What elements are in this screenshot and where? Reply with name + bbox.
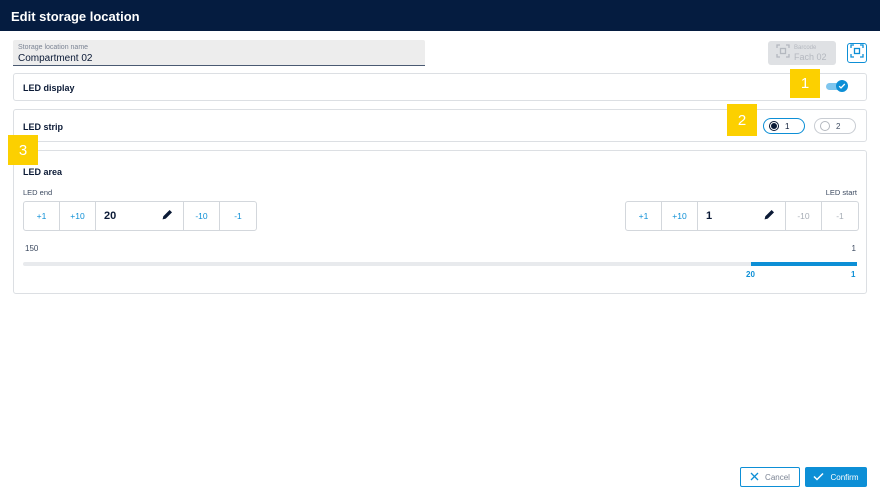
led-strip-option-1-label: 1 xyxy=(785,121,790,131)
scan-barcode-button[interactable] xyxy=(847,43,867,63)
pencil-icon[interactable] xyxy=(162,209,173,223)
storage-location-name-value[interactable]: Compartment 02 xyxy=(18,53,425,65)
led-area-title: LED area xyxy=(23,167,63,177)
range-end-value: 20 xyxy=(746,270,755,279)
range-start-value: 1 xyxy=(851,270,856,279)
range-max-label: 1 xyxy=(851,244,856,253)
marker-1: 1 xyxy=(790,69,820,98)
storage-location-name-label: Storage location name xyxy=(18,44,89,51)
check-icon xyxy=(836,80,848,92)
scan-icon xyxy=(850,43,864,63)
barcode-value: Fach 02 xyxy=(794,51,827,62)
led-strip-option-1[interactable]: 1 xyxy=(763,118,805,134)
led-strip-option-2[interactable]: 2 xyxy=(814,118,856,134)
led-end-value-field[interactable]: 20 xyxy=(96,202,184,230)
storage-location-name-field[interactable]: Storage location name Compartment 02 xyxy=(13,40,425,66)
window-title: Edit storage location xyxy=(0,0,880,31)
barcode-button: Barcode Fach 02 xyxy=(768,41,836,65)
led-start-minus-1-button: -1 xyxy=(836,211,844,221)
radio-unselected-icon xyxy=(820,121,830,131)
confirm-label: Confirm xyxy=(830,472,859,482)
marker-3: 3 xyxy=(8,135,38,165)
led-range-slider-track[interactable] xyxy=(23,262,857,266)
close-icon xyxy=(750,472,759,483)
led-range-slider-fill[interactable] xyxy=(751,262,857,266)
led-end-plus-10-button[interactable]: +10 xyxy=(60,202,96,230)
led-end-label: LED end xyxy=(23,188,53,197)
led-start-label: LED start xyxy=(825,188,857,197)
led-start-value: 1 xyxy=(706,210,713,222)
barcode-scan-icon xyxy=(776,43,790,63)
led-start-minus-10-button: -10 xyxy=(786,202,822,230)
barcode-label: Barcode xyxy=(794,44,817,51)
pencil-icon[interactable] xyxy=(764,209,775,223)
led-strip-option-2-label: 2 xyxy=(836,121,841,131)
led-display-card xyxy=(13,73,867,101)
cancel-button[interactable]: Cancel xyxy=(740,467,800,487)
check-icon xyxy=(813,472,825,483)
range-min-label: 150 xyxy=(25,244,39,253)
confirm-button[interactable]: Confirm xyxy=(805,467,867,487)
led-end-minus-10-button[interactable]: -10 xyxy=(184,202,220,230)
led-end-value: 20 xyxy=(104,210,117,222)
led-display-title: LED display xyxy=(23,83,75,93)
led-start-plus-1-button[interactable]: +1 xyxy=(626,202,662,230)
led-start-plus-10-button[interactable]: +10 xyxy=(662,202,698,230)
led-display-toggle[interactable] xyxy=(826,80,848,92)
radio-selected-icon xyxy=(769,121,779,131)
led-end-minus-1-button[interactable]: -1 xyxy=(220,202,256,230)
led-start-stepper: +1 +10 1 -10 -1 xyxy=(625,201,859,231)
led-end-plus-1-button[interactable]: +1 xyxy=(24,202,60,230)
led-end-stepper: +1 +10 20 -10 -1 xyxy=(23,201,257,231)
cancel-label: Cancel xyxy=(765,472,790,482)
led-strip-title: LED strip xyxy=(23,122,64,132)
led-start-value-field[interactable]: 1 xyxy=(698,202,786,230)
marker-2: 2 xyxy=(727,104,757,136)
